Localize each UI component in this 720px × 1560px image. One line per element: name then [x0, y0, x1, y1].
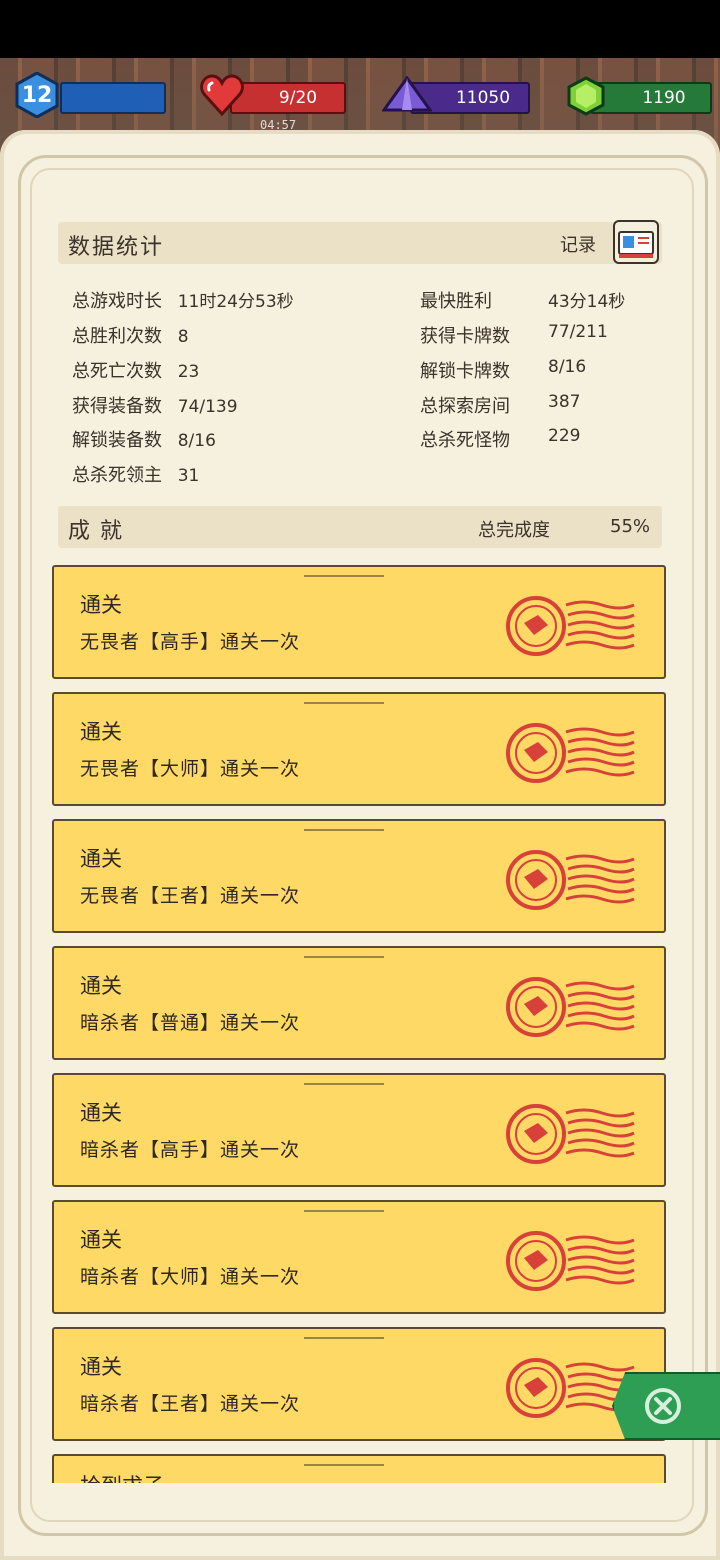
stat-fastest-win: 最快胜利 43分14秒 [420, 287, 625, 313]
achievement-title: 通关 [80, 1355, 122, 1379]
stat-monsters-killed: 总杀死怪物 229 [420, 426, 580, 452]
achievement-card[interactable]: 通关 无畏者【大师】通关一次 [52, 692, 666, 806]
stat-label: 解锁卡牌数 [420, 361, 510, 382]
id-card-icon [618, 231, 654, 258]
level-xp-bar [60, 82, 166, 114]
crystal-value: 11050 [455, 88, 511, 108]
stat-label: 总杀死领主 [72, 465, 162, 486]
stat-label: 总探索房间 [420, 396, 510, 417]
achievement-desc: 无畏者【高手】通关一次 [80, 631, 301, 653]
stat-value: 74/139 [177, 397, 238, 417]
stat-cards-unlocked: 解锁卡牌数 8/16 [420, 357, 586, 383]
completed-stamp-icon [506, 850, 635, 910]
achievement-desc: 无畏者【王者】通关一次 [80, 885, 301, 907]
achievements-section-header [58, 506, 662, 548]
achievement-title: 通关 [80, 1228, 122, 1252]
card-decoration [304, 702, 384, 704]
card-decoration [304, 575, 384, 577]
achievement-title: 通关 [80, 974, 122, 998]
stat-value: 23 [177, 362, 200, 382]
achievement-card[interactable]: 通关 无畏者【高手】通关一次 [52, 565, 666, 679]
stat-label: 总杀死怪物 [420, 430, 510, 451]
completed-stamp-icon [506, 1104, 635, 1164]
stat-value: 11时24分53秒 [177, 292, 294, 312]
crystal-icon [382, 76, 432, 112]
completed-stamp-icon [506, 723, 635, 783]
stat-equipment-unlocked: 解锁装备数 8/16 [72, 426, 216, 452]
achievement-card[interactable]: 通关 暗杀者【王者】通关一次 [52, 1327, 666, 1441]
achievement-card[interactable]: 通关 暗杀者【高手】通关一次 [52, 1073, 666, 1187]
close-icon[interactable] [643, 1386, 683, 1426]
achievement-title: 通关 [80, 847, 122, 871]
hp-bar: 9/20 [230, 82, 346, 114]
achievements-title: 成就 [68, 519, 133, 544]
achievement-title: 通关 [80, 720, 122, 744]
card-decoration [304, 1337, 384, 1339]
achievement-title: 拾到求子 [80, 1470, 164, 1483]
card-decoration [304, 1210, 384, 1212]
card-decoration [304, 956, 384, 958]
level-badge: 12 [14, 72, 60, 118]
stat-label: 总胜利次数 [72, 326, 162, 347]
completed-stamp-icon [506, 596, 635, 656]
hp-value: 9/20 [278, 88, 318, 108]
completion-label: 总完成度 [478, 520, 550, 541]
achievement-list[interactable]: 通关 无畏者【高手】通关一次 通关 无畏者【大师】通关一次 通关 无畏者【王者】… [52, 565, 668, 1483]
stat-value: 77/211 [548, 322, 608, 342]
stat-value: 8/16 [548, 357, 587, 377]
green-gem-icon [567, 76, 605, 116]
stat-value: 229 [548, 426, 581, 446]
achievement-card[interactable]: 拾到求子 [52, 1454, 666, 1483]
gem-value: 1190 [642, 88, 686, 108]
achievement-card[interactable]: 通关 暗杀者【大师】通关一次 [52, 1200, 666, 1314]
stat-label: 解锁装备数 [72, 430, 162, 451]
achievement-desc: 暗杀者【高手】通关一次 [80, 1139, 301, 1161]
stat-label: 获得装备数 [72, 396, 162, 417]
achievement-desc: 暗杀者【普通】通关一次 [80, 1012, 301, 1034]
stat-total-deaths: 总死亡次数 23 [72, 357, 199, 383]
stat-rooms-explored: 总探索房间 387 [420, 392, 580, 418]
gem-bar: 1190 [590, 82, 712, 114]
stat-equipment-obtained: 获得装备数 74/139 [72, 392, 238, 418]
stat-total-playtime: 总游戏时长 11时24分53秒 [72, 287, 294, 313]
record-label: 记录 [560, 235, 596, 256]
stat-label: 总游戏时长 [72, 291, 162, 312]
level-value: 12 [21, 82, 53, 108]
heart-icon [200, 74, 244, 116]
stat-total-wins: 总胜利次数 8 [72, 322, 189, 348]
stat-lords-killed: 总杀死领主 31 [72, 461, 199, 487]
stat-value: 8 [177, 327, 189, 347]
achievement-desc: 暗杀者【大师】通关一次 [80, 1266, 301, 1288]
achievement-card[interactable]: 通关 无畏者【王者】通关一次 [52, 819, 666, 933]
record-button[interactable] [613, 220, 659, 264]
achievement-desc: 无畏者【大师】通关一次 [80, 758, 301, 780]
stats-title: 数据统计 [68, 235, 165, 260]
stat-label: 获得卡牌数 [420, 326, 510, 347]
achievement-title: 通关 [80, 1101, 122, 1125]
card-decoration [304, 1083, 384, 1085]
stat-label: 总死亡次数 [72, 361, 162, 382]
stat-value: 43分14秒 [548, 292, 626, 312]
card-decoration [304, 1464, 384, 1466]
achievement-card[interactable]: 通关 暗杀者【普通】通关一次 [52, 946, 666, 1060]
stat-label: 最快胜利 [420, 291, 492, 312]
stat-cards-obtained: 获得卡牌数 77/211 [420, 322, 608, 348]
completion-value: 55% [610, 516, 651, 537]
achievement-desc: 暗杀者【王者】通关一次 [80, 1393, 301, 1415]
completed-stamp-icon [506, 977, 635, 1037]
achievement-title: 通关 [80, 593, 122, 617]
status-bar [0, 0, 720, 58]
completed-stamp-icon [506, 1231, 635, 1291]
stat-value: 8/16 [177, 431, 216, 451]
stat-value: 387 [548, 392, 581, 412]
card-decoration [304, 829, 384, 831]
stat-value: 31 [177, 466, 200, 486]
